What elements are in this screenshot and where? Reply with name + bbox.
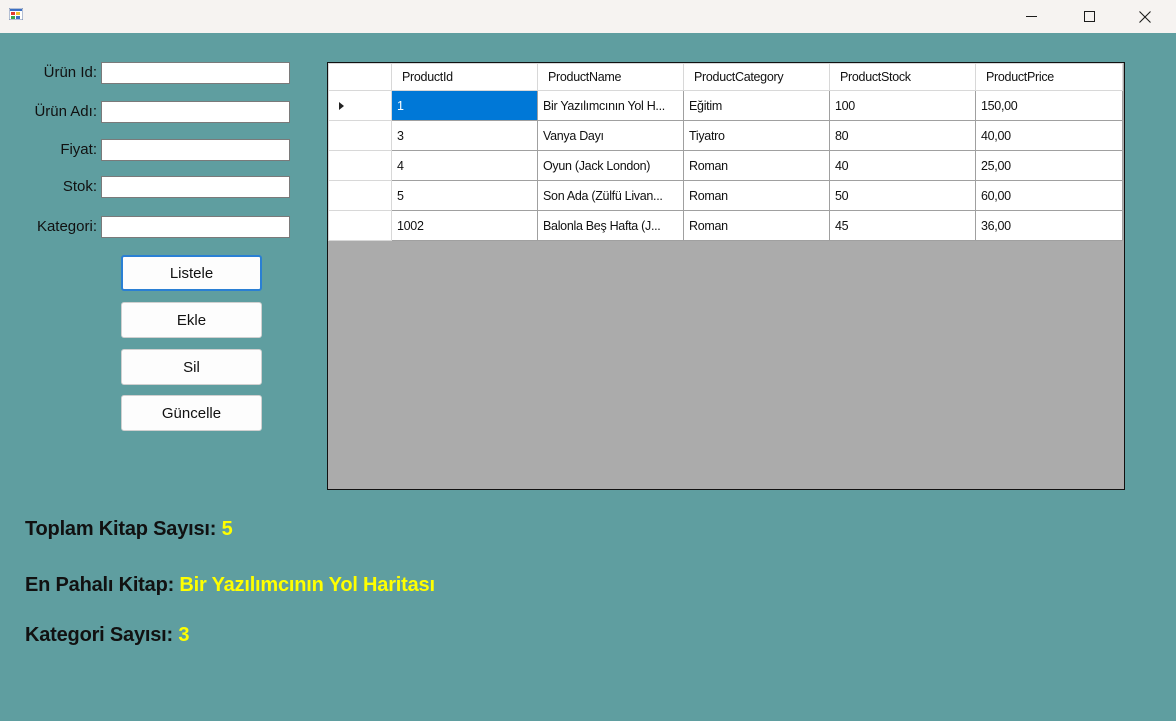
total-books-label: Toplam Kitap Sayısı: bbox=[25, 518, 217, 540]
table-cell[interactable]: 50 bbox=[829, 180, 976, 211]
table-cell[interactable]: 1002 bbox=[391, 210, 538, 241]
table-cell[interactable]: Balonla Beş Hafta (J... bbox=[537, 210, 684, 241]
column-header-productcategory[interactable]: ProductCategory bbox=[683, 63, 830, 91]
price-input[interactable] bbox=[101, 139, 290, 161]
total-books-value: 5 bbox=[221, 518, 233, 540]
price-label: Fiyat: bbox=[60, 141, 97, 158]
table-cell[interactable]: Bir Yazılımcının Yol H... bbox=[537, 90, 684, 121]
table-cell[interactable]: 1 bbox=[391, 90, 538, 121]
minimize-button[interactable] bbox=[1008, 0, 1054, 33]
most-expensive-label: En Pahalı Kitap: bbox=[25, 574, 175, 596]
category-input[interactable] bbox=[101, 216, 290, 238]
table-cell[interactable]: Oyun (Jack London) bbox=[537, 150, 684, 181]
most-expensive-value: Bir Yazılımcının Yol Haritası bbox=[179, 574, 435, 596]
title-bar bbox=[0, 0, 1176, 33]
products-table: ProductId ProductName ProductCategory Pr… bbox=[328, 63, 1123, 241]
product-id-label: Ürün Id: bbox=[43, 64, 97, 81]
corner-header bbox=[328, 63, 392, 91]
table-row[interactable]: 3 Vanya Dayı Tiyatro 80 40,00 bbox=[328, 120, 1123, 151]
table-cell[interactable]: Eğitim bbox=[683, 90, 830, 121]
category-label: Kategori: bbox=[36, 218, 97, 235]
category-count-value: 3 bbox=[178, 624, 190, 646]
table-cell[interactable]: 100 bbox=[829, 90, 976, 121]
table-cell[interactable]: 45 bbox=[829, 210, 976, 241]
products-grid[interactable]: ProductId ProductName ProductCategory Pr… bbox=[327, 62, 1125, 490]
row-header[interactable] bbox=[328, 150, 392, 181]
product-id-input[interactable] bbox=[101, 62, 290, 84]
column-header-productprice[interactable]: ProductPrice bbox=[975, 63, 1123, 91]
column-header-productstock[interactable]: ProductStock bbox=[829, 63, 976, 91]
table-cell[interactable]: 80 bbox=[829, 120, 976, 151]
delete-button[interactable]: Sil bbox=[121, 349, 262, 385]
table-cell[interactable]: 3 bbox=[391, 120, 538, 151]
close-button[interactable] bbox=[1122, 0, 1168, 33]
column-header-productname[interactable]: ProductName bbox=[537, 63, 684, 91]
row-header[interactable] bbox=[328, 120, 392, 151]
add-button[interactable]: Ekle bbox=[121, 302, 262, 338]
table-cell[interactable]: Roman bbox=[683, 210, 830, 241]
table-cell[interactable]: Roman bbox=[683, 150, 830, 181]
stock-label: Stok: bbox=[62, 178, 97, 195]
list-button[interactable]: Listele bbox=[121, 255, 262, 291]
app-icon bbox=[9, 8, 23, 20]
table-cell[interactable]: 150,00 bbox=[975, 90, 1123, 121]
minimize-icon bbox=[1025, 16, 1037, 17]
close-icon bbox=[1139, 10, 1151, 23]
product-name-label: Ürün Adı: bbox=[34, 103, 97, 120]
table-cell[interactable]: 36,00 bbox=[975, 210, 1123, 241]
header-row: ProductId ProductName ProductCategory Pr… bbox=[328, 63, 1123, 91]
maximize-button[interactable] bbox=[1066, 0, 1112, 33]
row-header[interactable] bbox=[328, 90, 392, 121]
table-cell[interactable]: Vanya Dayı bbox=[537, 120, 684, 151]
table-row[interactable]: 1 Bir Yazılımcının Yol H... Eğitim 100 1… bbox=[328, 90, 1123, 121]
table-cell[interactable]: 40,00 bbox=[975, 120, 1123, 151]
table-row[interactable]: 1002 Balonla Beş Hafta (J... Roman 45 36… bbox=[328, 210, 1123, 241]
table-cell[interactable]: Roman bbox=[683, 180, 830, 211]
category-count-label: Kategori Sayısı: bbox=[25, 624, 173, 646]
total-books-line: Toplam Kitap Sayısı: 5 bbox=[25, 518, 233, 541]
table-cell[interactable]: Son Ada (Zülfü Livan... bbox=[537, 180, 684, 211]
product-name-input[interactable] bbox=[101, 101, 290, 123]
stock-input[interactable] bbox=[101, 176, 290, 198]
row-header[interactable] bbox=[328, 180, 392, 211]
category-count-line: Kategori Sayısı: 3 bbox=[25, 624, 189, 647]
table-cell[interactable]: Tiyatro bbox=[683, 120, 830, 151]
update-button[interactable]: Güncelle bbox=[121, 395, 262, 431]
table-cell[interactable]: 4 bbox=[391, 150, 538, 181]
current-row-arrow-icon bbox=[339, 101, 344, 110]
table-cell[interactable]: 5 bbox=[391, 180, 538, 211]
table-cell[interactable]: 60,00 bbox=[975, 180, 1123, 211]
table-cell[interactable]: 40 bbox=[829, 150, 976, 181]
column-header-productid[interactable]: ProductId bbox=[391, 63, 538, 91]
most-expensive-line: En Pahalı Kitap: Bir Yazılımcının Yol Ha… bbox=[25, 574, 435, 597]
maximize-icon bbox=[1083, 11, 1095, 22]
table-row[interactable]: 4 Oyun (Jack London) Roman 40 25,00 bbox=[328, 150, 1123, 181]
row-header[interactable] bbox=[328, 210, 392, 241]
table-cell[interactable]: 25,00 bbox=[975, 150, 1123, 181]
table-row[interactable]: 5 Son Ada (Zülfü Livan... Roman 50 60,00 bbox=[328, 180, 1123, 211]
